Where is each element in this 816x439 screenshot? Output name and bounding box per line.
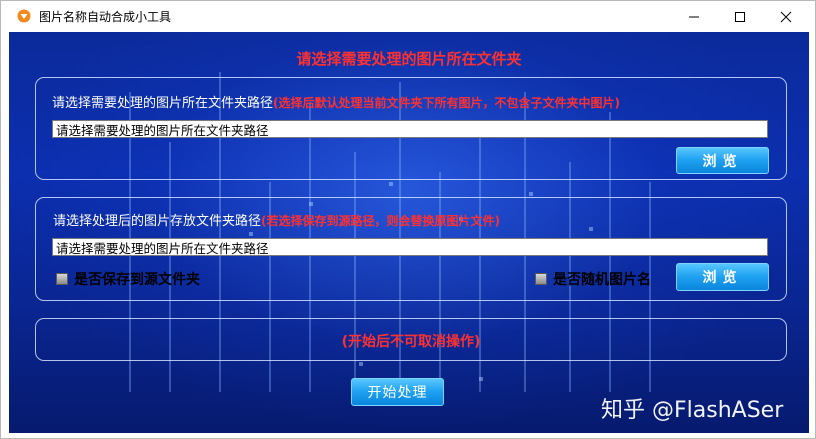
- minimize-button[interactable]: [671, 1, 716, 32]
- source-path-input[interactable]: [52, 120, 768, 138]
- random-name-label[interactable]: 是否随机图片名: [553, 269, 651, 289]
- source-label-row: 请选择需要处理的图片所在文件夹路径(选择后默认处理当前文件夹下所有图片，不包含子…: [52, 92, 620, 111]
- save-to-source-checkbox[interactable]: [56, 273, 68, 285]
- close-icon: [780, 11, 791, 22]
- minimize-icon: [688, 16, 699, 17]
- title-bar[interactable]: 图片名称自动合成小工具: [1, 1, 815, 32]
- random-name-checkbox[interactable]: [535, 273, 547, 285]
- source-path-label: 请选择需要处理的图片所在文件夹路径: [52, 96, 274, 111]
- watermark-text: 知乎 @FlashASer: [601, 398, 784, 423]
- maximize-button[interactable]: [717, 1, 762, 32]
- output-browse-button[interactable]: 浏览: [676, 263, 769, 291]
- app-window: 图片名称自动合成小工具 请选择需要处理的图片所在文件夹 请选择需要处理的图片所在…: [0, 0, 816, 439]
- output-label-row: 请选择处理后的图片存放文件夹路径(若选择保存到源路径，则会替换原图片文件): [53, 210, 500, 229]
- app-logo-icon: [17, 9, 31, 23]
- source-folder-group: 请选择需要处理的图片所在文件夹路径(选择后默认处理当前文件夹下所有图片，不包含子…: [35, 77, 787, 180]
- main-panel: 请选择需要处理的图片所在文件夹 请选择需要处理的图片所在文件夹路径(选择后默认处…: [9, 32, 809, 433]
- save-to-source-label[interactable]: 是否保存到源文件夹: [74, 269, 200, 289]
- warning-group: (开始后不可取消操作): [35, 318, 787, 361]
- save-to-source-checkbox-row[interactable]: 是否保存到源文件夹: [56, 269, 200, 289]
- output-path-hint: (若选择保存到源路径，则会替换原图片文件): [261, 214, 500, 228]
- maximize-icon: [734, 11, 745, 22]
- warning-text: (开始后不可取消操作): [341, 334, 481, 350]
- start-button[interactable]: 开始处理: [351, 378, 444, 406]
- window-title: 图片名称自动合成小工具: [39, 10, 172, 24]
- output-folder-group: 请选择处理后的图片存放文件夹路径(若选择保存到源路径，则会替换原图片文件) 是否…: [35, 197, 787, 301]
- page-title: 请选择需要处理的图片所在文件夹: [296, 50, 522, 68]
- close-button[interactable]: [763, 1, 808, 32]
- source-path-hint: (选择后默认处理当前文件夹下所有图片，不包含子文件夹中图片): [273, 96, 620, 110]
- random-name-checkbox-row[interactable]: 是否随机图片名: [535, 269, 651, 289]
- output-path-input[interactable]: [52, 238, 768, 256]
- source-browse-button[interactable]: 浏览: [676, 147, 769, 174]
- output-path-label: 请选择处理后的图片存放文件夹路径: [53, 214, 262, 229]
